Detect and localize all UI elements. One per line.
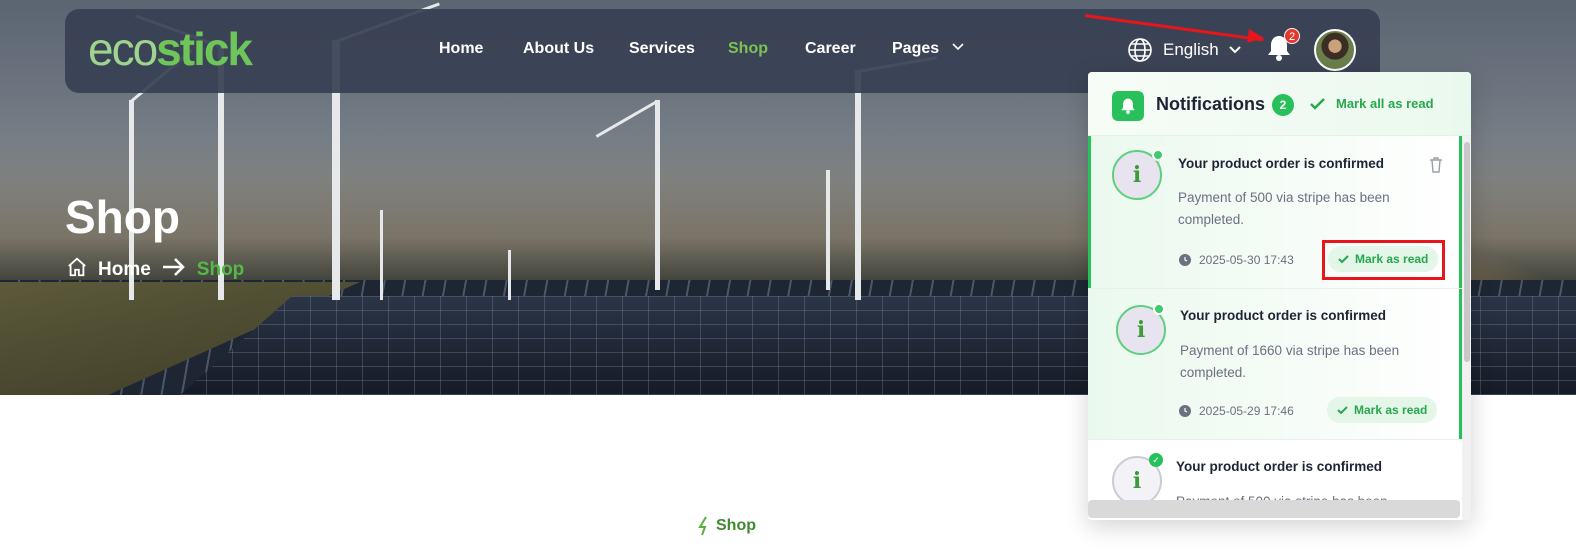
check-icon [1337,405,1348,414]
notification-title: Your product order is confirmed [1178,156,1385,171]
read-check-icon: ✓ [1149,453,1163,467]
notification-count-badge: 2 [1284,28,1300,44]
globe-icon [1128,38,1152,62]
unread-dot [1153,303,1165,315]
page-title: Shop [65,191,180,243]
unread-dot [1152,149,1164,161]
nav-item-services[interactable]: Services [629,40,695,58]
chevron-down-icon [1229,46,1241,54]
notification-time: 2025-05-29 17:46 [1179,404,1294,418]
notifications-dropdown: Notifications 2 Mark all as read i Your … [1088,72,1471,520]
breadcrumb-home-link[interactable]: Home [98,259,151,281]
arrow-right-icon [161,256,187,284]
home-icon[interactable] [66,256,88,284]
notification-title: Your product order is confirmed [1180,308,1387,323]
scrollbar-thumb[interactable] [1464,142,1470,362]
nav-item-pages[interactable]: Pages [892,40,964,58]
notifications-count: 2 [1272,94,1294,116]
clock-icon [1179,405,1191,417]
wind-turbine [826,170,830,290]
nav-item-home[interactable]: Home [439,40,483,58]
logo[interactable]: ecostick [88,26,253,72]
chevron-down-icon [952,43,964,51]
notifications-header: Notifications 2 Mark all as read [1088,72,1471,136]
breadcrumb: Home Shop [66,256,244,284]
nav-item-about-us[interactable]: About Us [523,40,594,58]
double-check-icon [1310,97,1325,110]
mark-as-read-button[interactable]: Mark as read [1327,397,1438,423]
bell-icon [1112,91,1144,121]
mark-all-as-read-button[interactable]: Mark all as read [1310,96,1434,111]
wind-turbine [855,70,861,300]
notification-title: Your product order is confirmed [1176,459,1383,474]
wind-turbine [380,210,383,300]
horizontal-scrollbar[interactable] [1088,500,1460,518]
notification-time: 2025-05-30 17:43 [1179,253,1294,267]
nav-item-career[interactable]: Career [805,40,856,58]
clock-icon [1179,254,1191,266]
notification-item[interactable]: i Your product order is confirmed Paymen… [1088,289,1462,440]
annotation-arrow-head [1247,28,1265,46]
notifications-title: Notifications [1156,94,1266,114]
notification-body: Payment of 500 via stripe has been compl… [1178,190,1390,227]
language-label: English [1163,40,1219,59]
avatar[interactable] [1314,29,1356,71]
wind-turbine [508,250,511,300]
section-tag: Shop [698,516,756,536]
notification-body: Payment of 1660 via stripe has been comp… [1180,343,1400,380]
trash-icon[interactable] [1429,157,1443,173]
bolt-icon [698,516,707,536]
breadcrumb-current: Shop [196,259,245,280]
annotation-highlight-box [1322,240,1445,280]
nav-item-shop[interactable]: Shop [728,40,768,58]
language-selector[interactable]: English [1127,37,1241,63]
wind-turbine [655,100,660,290]
